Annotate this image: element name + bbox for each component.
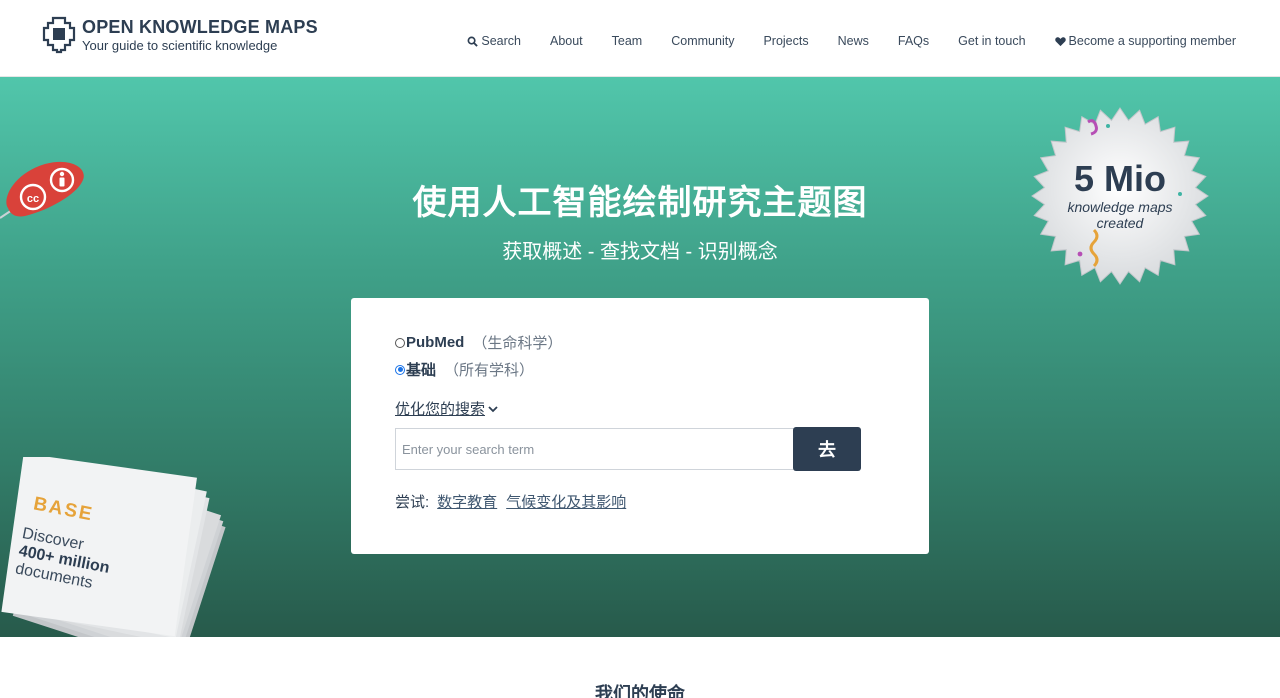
try-label: 尝试: — [395, 494, 430, 511]
nav-get-in-touch[interactable]: Get in touch — [958, 34, 1025, 48]
pubmed-hint: （生命科学） — [472, 335, 563, 352]
nav-search-label: Search — [481, 34, 521, 48]
base-hint: （所有学科） — [444, 362, 535, 379]
nav-community[interactable]: Community — [671, 34, 734, 48]
example-link[interactable]: 数字教育 — [437, 491, 497, 512]
badge-line2: created — [1096, 215, 1144, 231]
logo-subtitle: Your guide to scientific knowledge — [82, 38, 278, 53]
nav-faqs[interactable]: FAQs — [898, 34, 929, 48]
hero-section: cc 使用人工智能绘制研究主题图 获取概述 - 查找文档 - 识别概念 5 Mi… — [0, 77, 1280, 637]
refine-search-label: 优化您的搜索 — [395, 401, 486, 418]
example-searches: 尝试: 数字教育 气候变化及其影响 — [395, 491, 626, 512]
refine-search-toggle[interactable]: 优化您的搜索 — [395, 398, 498, 419]
logo-icon — [42, 16, 76, 54]
nav-news[interactable]: News — [838, 34, 869, 48]
nav-search[interactable]: Search — [467, 34, 521, 48]
badge-count: 5 Mio — [1073, 158, 1166, 199]
go-button[interactable]: 去 — [793, 427, 861, 471]
badge-line1: knowledge maps — [1067, 199, 1173, 215]
search-input[interactable] — [395, 428, 795, 470]
nav-team[interactable]: Team — [612, 34, 643, 48]
site-header: OPEN KNOWLEDGE MAPS Your guide to scient… — [0, 0, 1280, 77]
base-radio[interactable] — [395, 364, 405, 375]
logo-title: OPEN KNOWLEDGE MAPS — [82, 17, 318, 37]
mission-heading: 我们的使命 — [595, 684, 685, 698]
milestone-badge: 5 Mio knowledge maps created — [1028, 104, 1212, 288]
nav-about[interactable]: About — [550, 34, 583, 48]
nav-become-member-label: Become a supporting member — [1068, 34, 1236, 48]
search-card: PubMed （生命科学） 基础 （所有学科） 优化您的搜索 去 尝试: 数字教… — [351, 298, 929, 554]
pubmed-radio[interactable] — [395, 337, 405, 348]
example-link[interactable]: 气候变化及其影响 — [506, 491, 626, 512]
base-label: 基础 — [406, 362, 437, 379]
source-base[interactable]: 基础 （所有学科） — [395, 359, 534, 380]
heart-icon — [1054, 36, 1066, 46]
search-icon — [467, 36, 479, 47]
pubmed-label: PubMed — [406, 334, 465, 351]
nav-projects[interactable]: Projects — [763, 34, 808, 48]
badge-caption: knowledge maps created — [1028, 199, 1212, 231]
main-nav: Search About Team Community Projects New… — [467, 34, 1236, 48]
source-pubmed[interactable]: PubMed （生命科学） — [395, 332, 562, 353]
chevron-down-icon — [488, 405, 498, 412]
logo[interactable]: OPEN KNOWLEDGE MAPS Your guide to scient… — [42, 16, 318, 54]
nav-become-member[interactable]: Become a supporting member — [1054, 34, 1236, 48]
